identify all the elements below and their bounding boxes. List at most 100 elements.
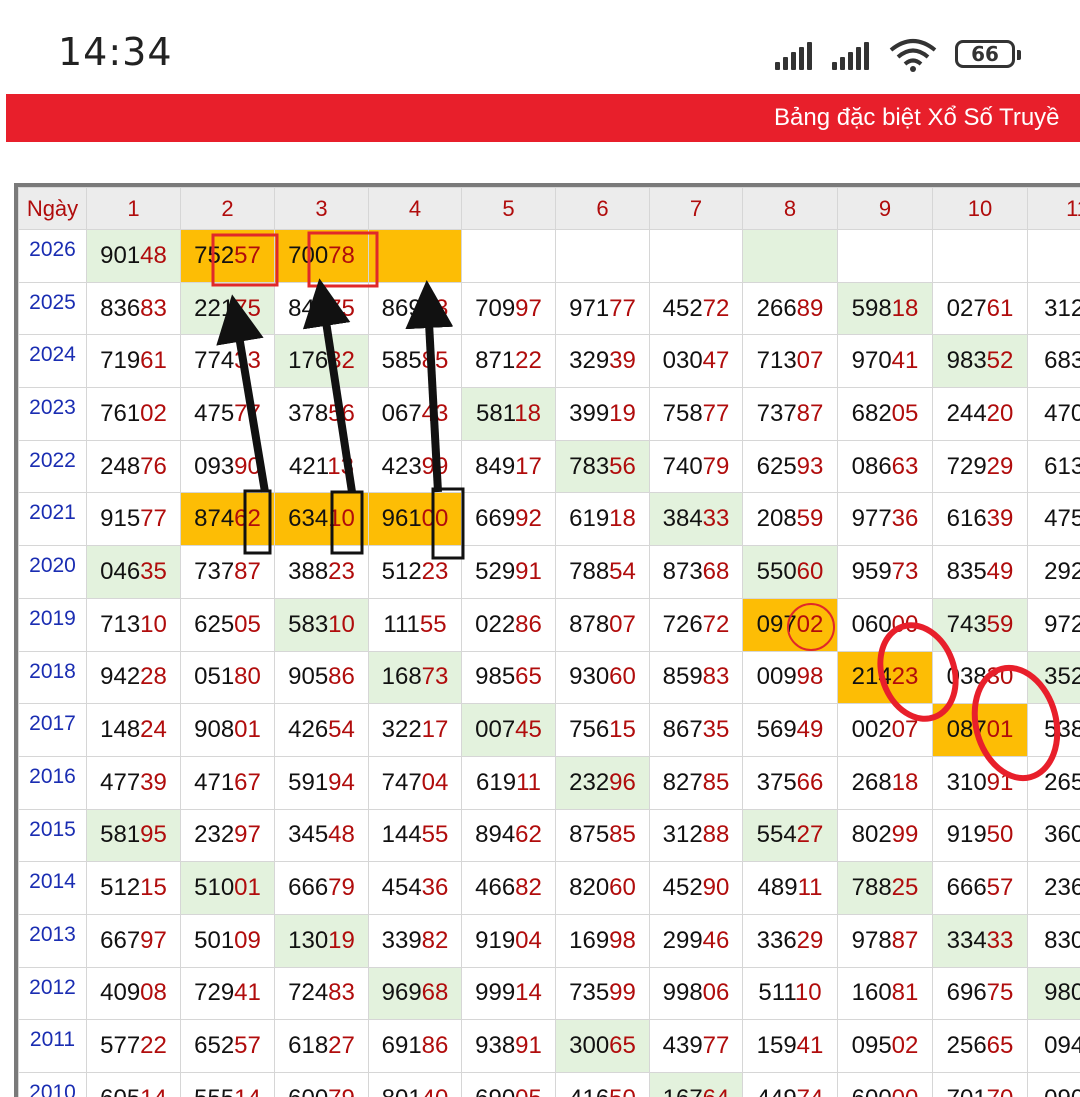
row-year[interactable]: 2012 [18, 966, 87, 1021]
result-cell: 66992 [461, 492, 556, 547]
row-year[interactable]: 2025 [18, 281, 87, 336]
row-year[interactable]: 2020 [18, 545, 87, 599]
header-col-2: 2 [180, 187, 275, 230]
result-cell: 83549 [932, 545, 1028, 599]
result-cell: 45272 [649, 281, 743, 336]
result-cell: 48911 [742, 861, 838, 915]
result-cell: 61639 [932, 492, 1028, 547]
result-cell: 70170 [932, 1072, 1028, 1097]
row-year[interactable]: 2017 [18, 703, 87, 757]
result-cell: 56949 [742, 703, 838, 757]
result-cell: 89462 [461, 808, 556, 863]
row-year[interactable]: 2016 [18, 755, 87, 810]
result-cell: 44974 [742, 1072, 838, 1097]
result-cell: 09702 [742, 597, 838, 652]
row-year[interactable]: 2014 [18, 861, 87, 915]
results-table: Ngày 1234567891011 202690148752577007820… [18, 187, 1080, 1097]
result-cell: 68205 [837, 387, 933, 441]
page-banner: Bảng đặc biệt Xổ Số Truyề [6, 94, 1080, 142]
result-cell: 91904 [461, 913, 556, 968]
result-cell: 31288 [649, 808, 743, 863]
result-cell: 69005 [461, 1072, 556, 1097]
result-cell: 24876 [86, 439, 181, 494]
result-cell: 16081 [837, 966, 933, 1021]
row-year[interactable]: 2015 [18, 808, 87, 863]
result-cell [649, 229, 743, 283]
results-table-container[interactable]: Ngày 1234567891011 202690148752577007820… [14, 183, 1080, 1097]
table-row: 2017 14824 90801 42654 32217 00745 75615 86735 5… [18, 703, 1080, 757]
row-year[interactable]: 2019 [18, 597, 87, 652]
result-cell: 15941 [742, 1019, 838, 1073]
header-col-9: 9 [837, 187, 933, 230]
result-cell: 72929 [932, 439, 1028, 494]
row-year[interactable]: 2013 [18, 913, 87, 968]
result-cell: 73599 [555, 966, 650, 1021]
result-cell: 63410 [274, 492, 369, 547]
result-cell: 72483 [274, 966, 369, 1021]
table-row: 2012 40908 72941 72483 96968 99914 73599 99806 5… [18, 966, 1080, 1021]
row-year[interactable]: 2026 [18, 229, 87, 283]
result-cell: 83683 [86, 281, 181, 336]
result-cell: 09502 [837, 1019, 933, 1073]
result-cell: 02761 [932, 281, 1028, 336]
result-cell: 16764 [649, 1072, 743, 1097]
result-cell: 91950 [932, 808, 1028, 863]
result-cell: 33433 [932, 913, 1028, 968]
result-cell: 65257 [180, 1019, 275, 1073]
result-cell: 72672 [649, 597, 743, 652]
header-col-1: 1 [86, 187, 181, 230]
result-cell: 87122 [461, 334, 556, 389]
header-col-7: 7 [649, 187, 743, 230]
row-year[interactable]: 2021 [18, 492, 87, 547]
result-cell: 60514 [86, 1072, 181, 1097]
result-cell: 38823 [274, 545, 369, 599]
result-cell [461, 229, 556, 283]
result-cell: 23612 [1027, 861, 1080, 915]
wifi-icon [889, 39, 937, 72]
result-cell: 55514 [180, 1072, 275, 1097]
result-cell: 94228 [86, 650, 181, 705]
result-cell: 14455 [368, 808, 462, 863]
result-cell: 04635 [86, 545, 181, 599]
result-cell: 74704 [368, 755, 462, 810]
result-cell: 58310 [274, 597, 369, 652]
result-cell: 82060 [555, 861, 650, 915]
row-year[interactable]: 2022 [18, 439, 87, 494]
result-cell: 32939 [555, 334, 650, 389]
result-cell: 23297 [180, 808, 275, 863]
result-cell: 97887 [837, 913, 933, 968]
table-row: 2013 66797 50109 13019 33982 91904 16998 29946 3… [18, 913, 1080, 968]
result-cell: 47512 [1027, 492, 1080, 547]
row-year[interactable]: 2024 [18, 334, 87, 389]
result-cell: 38433 [649, 492, 743, 547]
signal-icon-2 [832, 42, 869, 70]
row-year[interactable]: 2023 [18, 387, 87, 441]
result-cell: 95973 [837, 545, 933, 599]
result-cell: 66657 [932, 861, 1028, 915]
result-cell: 46682 [461, 861, 556, 915]
result-cell: 29245 [1027, 545, 1080, 599]
result-cell: 80299 [837, 808, 933, 863]
result-cell: 47167 [180, 755, 275, 810]
result-cell: 29946 [649, 913, 743, 968]
result-cell: 99806 [649, 966, 743, 1021]
row-year[interactable]: 2010 [18, 1072, 87, 1097]
result-cell: 68301 [1027, 334, 1080, 389]
result-cell: 40908 [86, 966, 181, 1021]
result-cell: 66679 [274, 861, 369, 915]
result-cell: 52991 [461, 545, 556, 599]
result-cell: 09012 [1027, 1072, 1080, 1097]
result-cell: 26689 [742, 281, 838, 336]
result-cell: 53812 [1027, 703, 1080, 757]
header-day: Ngày [18, 187, 87, 230]
table-row: 2015 58195 23297 34548 14455 89462 87585 31288 5… [18, 808, 1080, 863]
result-cell: 42654 [274, 703, 369, 757]
table-row: 2021 91577 87462 63410 96100 66992 61918 38433 2… [18, 492, 1080, 547]
row-year[interactable]: 2018 [18, 650, 87, 705]
row-year[interactable]: 2011 [18, 1019, 87, 1073]
table-row: 2020 04635 73787 38823 51223 52991 78854 87368 5… [18, 545, 1080, 599]
status-bar: 14:34 66 [0, 0, 1080, 94]
result-cell: 90586 [274, 650, 369, 705]
result-cell: 58118 [461, 387, 556, 441]
result-cell: 58585 [368, 334, 462, 389]
